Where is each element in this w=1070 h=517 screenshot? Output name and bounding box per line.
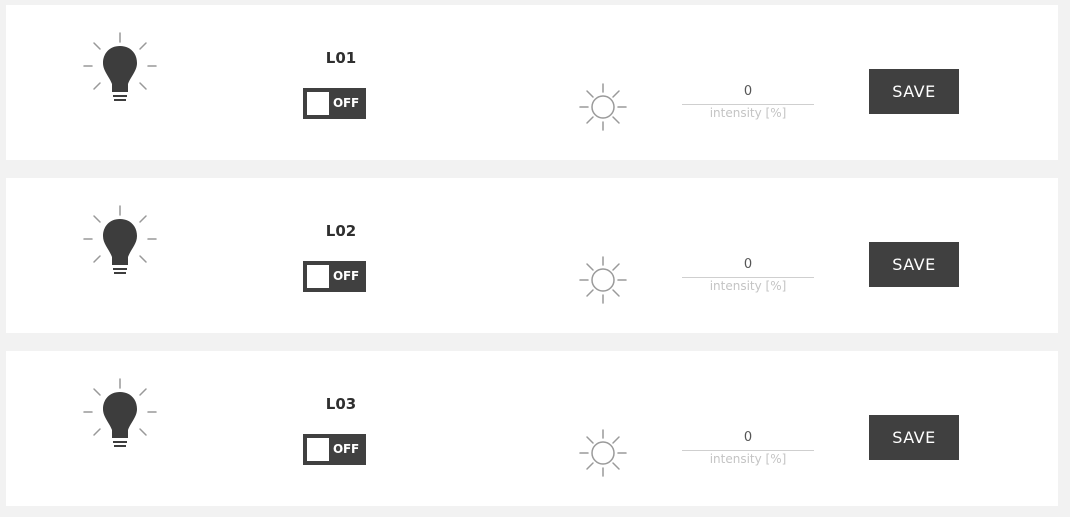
save-button[interactable]: SAVE xyxy=(869,242,959,287)
intensity-input[interactable] xyxy=(682,426,814,451)
save-button[interactable]: SAVE xyxy=(869,415,959,460)
light-panel-l03: L03 OFF intensity [%] SAVE xyxy=(6,351,1058,506)
toggle-state-label: OFF xyxy=(333,96,359,110)
toggle-state-label: OFF xyxy=(333,269,359,283)
intensity-label: intensity [%] xyxy=(709,106,787,120)
intensity-field-group: intensity [%] xyxy=(682,253,814,293)
toggle-knob xyxy=(307,265,329,288)
toggle-state-label: OFF xyxy=(333,442,359,456)
light-panel-l01: L01 OFF intensity [%] SAVE xyxy=(6,5,1058,160)
intensity-input[interactable] xyxy=(682,80,814,105)
light-bulb-icon xyxy=(83,378,157,447)
power-toggle[interactable]: OFF xyxy=(303,434,366,465)
light-name: L02 xyxy=(325,222,357,240)
intensity-label: intensity [%] xyxy=(709,452,787,466)
intensity-field-group: intensity [%] xyxy=(682,426,814,466)
toggle-knob xyxy=(307,438,329,461)
light-bulb-icon xyxy=(83,205,157,274)
sun-icon xyxy=(579,83,627,131)
sun-icon xyxy=(579,429,627,477)
save-button[interactable]: SAVE xyxy=(869,69,959,114)
toggle-knob xyxy=(307,92,329,115)
light-name: L01 xyxy=(325,49,357,67)
intensity-input[interactable] xyxy=(682,253,814,278)
intensity-field-group: intensity [%] xyxy=(682,80,814,120)
light-bulb-icon xyxy=(83,32,157,101)
sun-icon xyxy=(579,256,627,304)
light-panel-l02: L02 OFF intensity [%] SAVE xyxy=(6,178,1058,333)
intensity-label: intensity [%] xyxy=(709,279,787,293)
light-name: L03 xyxy=(325,395,357,413)
power-toggle[interactable]: OFF xyxy=(303,88,366,119)
power-toggle[interactable]: OFF xyxy=(303,261,366,292)
